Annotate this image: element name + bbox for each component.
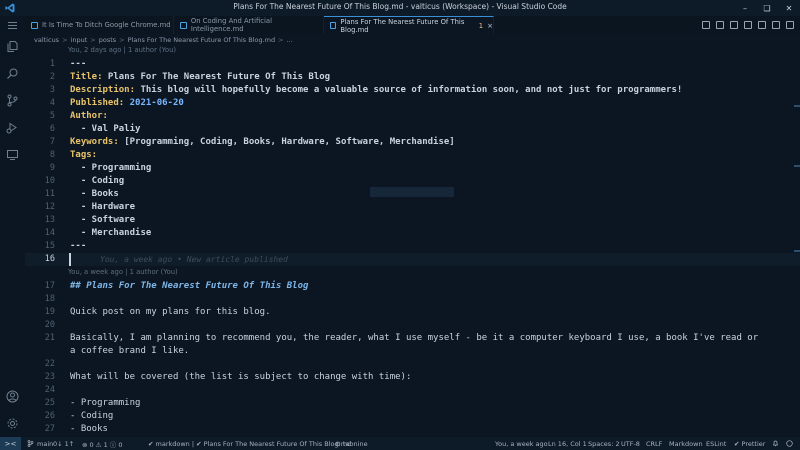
- breadcrumb: valticus > input > posts > Plans For The…: [25, 34, 293, 45]
- language-check-status[interactable]: ✔ markdown | ✔ Plans For The Nearest Fut…: [148, 437, 351, 450]
- remote-explorer-icon[interactable]: [6, 148, 19, 161]
- code-line: 2 Title: Plans For The Nearest Future Of …: [49, 72, 331, 82]
- tab-plans-future[interactable]: Plans For The Nearest Future Of This Blo…: [324, 16, 494, 34]
- search-icon[interactable]: [6, 67, 19, 80]
- tabnine-status[interactable]: ⚙ tabnine: [335, 437, 368, 450]
- git-blame-status[interactable]: You, a week ago: [495, 437, 548, 450]
- maximize-button[interactable]: ❏: [756, 0, 778, 16]
- sync-status[interactable]: 0↓ 1↑: [53, 437, 74, 450]
- code-line: 14 - Merchandise: [44, 228, 152, 238]
- hover-widget: [370, 187, 454, 197]
- breadcrumb-separator: >: [62, 35, 68, 44]
- code-editor[interactable]: You, 2 days ago | 1 author (You) 1 --- 2T…: [25, 45, 800, 437]
- window-title: Plans For The Nearest Future Of This Blo…: [233, 2, 567, 11]
- code-line: 5 Author:: [49, 111, 108, 121]
- source-control-icon[interactable]: [6, 94, 19, 107]
- close-button[interactable]: ✕: [778, 0, 800, 16]
- tab-ditch-chrome[interactable]: It Is Time To Ditch Google Chrome.md: [25, 16, 174, 34]
- run-debug-icon[interactable]: [6, 121, 19, 134]
- code-line: 4 Published: 2021-06-20: [49, 98, 184, 108]
- explorer-icon[interactable]: [6, 40, 19, 53]
- close-tab-icon[interactable]: ×: [487, 22, 493, 30]
- markdown-file-icon: [31, 21, 38, 29]
- code-line-current: 16 You, a week ago • New article publishe…: [44, 254, 288, 264]
- markdown-file-icon: [180, 21, 187, 29]
- breadcrumb-item[interactable]: input: [71, 36, 88, 44]
- next-change-icon[interactable]: [758, 21, 766, 29]
- tab-coding-ai[interactable]: On Coding And Artificial Intelligence.md: [174, 16, 324, 34]
- remote-indicator[interactable]: ><: [0, 437, 21, 450]
- tab-label: It Is Time To Ditch Google Chrome.md: [42, 21, 171, 29]
- branch-icon: [27, 440, 34, 447]
- code-line: 24: [44, 385, 55, 395]
- code-line: 7 Keywords: [Programming, Coding, Books, …: [49, 137, 455, 147]
- editor-actions: [702, 16, 794, 34]
- code-line: 8 Tags:: [49, 150, 98, 160]
- code-line: 12 - Hardware: [44, 202, 136, 212]
- breadcrumb-item[interactable]: posts: [99, 36, 116, 44]
- code-line: 9 - Programming: [49, 163, 152, 173]
- more-actions-icon[interactable]: [786, 21, 794, 29]
- encoding-status[interactable]: UTF-8: [621, 437, 640, 450]
- manage-gear-icon[interactable]: [6, 417, 19, 430]
- codelens-author-top[interactable]: You, 2 days ago | 1 author (You): [68, 46, 176, 54]
- code-line: 15 ---: [44, 241, 87, 251]
- prettier-status[interactable]: ✔ Prettier: [734, 437, 765, 450]
- notifications-bell-icon[interactable]: [772, 437, 779, 450]
- code-line-wrapped: a coffee brand I like.: [70, 346, 190, 356]
- feedback-icon[interactable]: [786, 437, 793, 450]
- code-line: 13 - Software: [44, 215, 136, 225]
- account-icon[interactable]: [6, 390, 19, 403]
- open-changes-icon[interactable]: [702, 21, 710, 29]
- git-branch[interactable]: main: [27, 437, 53, 450]
- code-line: 1 ---: [49, 59, 87, 69]
- git-history-icon[interactable]: [730, 21, 738, 29]
- code-line: 25- Programming: [44, 398, 141, 408]
- status-bar: >< main 0↓ 1↑ ⊗ 0 ⚠ 1 ⓘ 0 ✔ markdown | ✔…: [0, 437, 800, 450]
- code-line: 27- Books: [44, 424, 108, 434]
- indentation-status[interactable]: Spaces: 2: [588, 437, 620, 450]
- preview-icon[interactable]: [716, 21, 724, 29]
- editor-tabs: It Is Time To Ditch Google Chrome.md On …: [25, 16, 800, 34]
- eslint-status[interactable]: ESLint: [706, 437, 726, 450]
- text-cursor: [69, 253, 71, 266]
- code-line: 22: [44, 359, 55, 369]
- code-line: 17 ## Plans For The Nearest Future Of Thi…: [44, 281, 309, 291]
- breadcrumb-separator: >: [119, 35, 125, 44]
- codelens-author-mid[interactable]: You, a week ago | 1 author (You): [68, 268, 178, 276]
- breadcrumb-separator: >: [90, 35, 96, 44]
- language-mode[interactable]: Markdown: [669, 437, 703, 450]
- problems-status[interactable]: ⊗ 0 ⚠ 1 ⓘ 0: [82, 437, 123, 450]
- modified-count: 1: [478, 21, 484, 30]
- tab-label: Plans For The Nearest Future Of This Blo…: [340, 17, 465, 34]
- breadcrumb-item[interactable]: valticus: [34, 36, 59, 44]
- code-line: 26- Coding: [44, 411, 114, 421]
- markdown-file-icon: [330, 22, 337, 29]
- breadcrumb-separator: >: [278, 35, 284, 44]
- code-line: 20: [44, 320, 55, 330]
- code-line: 21 Basically, I am planning to recommend …: [44, 333, 759, 343]
- code-line: 3 Description: This blog will hopefully b…: [49, 85, 683, 95]
- code-line: 19 Quick post on my plans for this blog.: [44, 307, 271, 317]
- eol-status[interactable]: CRLF: [646, 437, 662, 450]
- title-bar: Plans For The Nearest Future Of This Blo…: [0, 0, 800, 16]
- cursor-position[interactable]: Ln 16, Col 1: [548, 437, 587, 450]
- split-editor-icon[interactable]: [772, 21, 780, 29]
- breadcrumb-item[interactable]: Plans For The Nearest Future Of This Blo…: [128, 36, 276, 44]
- activity-bar: [0, 16, 25, 437]
- menu-icon[interactable]: [6, 19, 19, 32]
- code-line: 23 What will be covered (the list is subj…: [44, 372, 412, 382]
- inline-blame: You, a week ago • New article published: [100, 255, 288, 264]
- code-line: 6 - Val Paliy: [49, 124, 141, 134]
- minimize-button[interactable]: –: [734, 0, 756, 16]
- code-line: 18: [44, 294, 55, 304]
- breadcrumb-item[interactable]: ...: [287, 36, 293, 44]
- tab-label: On Coding And Artificial Intelligence.md: [190, 17, 272, 33]
- overview-ruler[interactable]: [794, 45, 800, 437]
- previous-change-icon[interactable]: [744, 21, 752, 29]
